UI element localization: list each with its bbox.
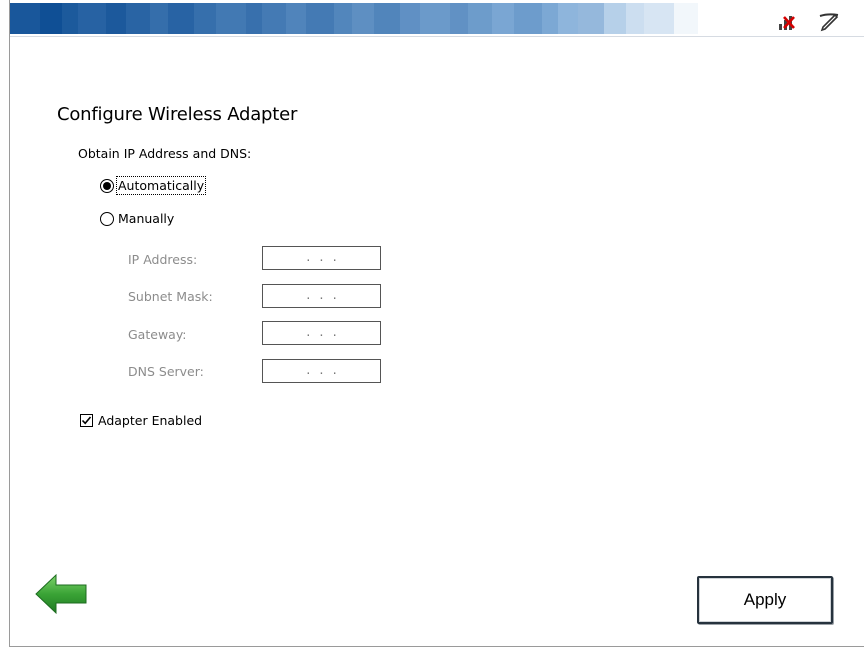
ip-address-value: . . . [304, 251, 339, 264]
radio-automatically[interactable]: Automatically [100, 176, 207, 195]
radio-automatically-button[interactable] [100, 178, 114, 193]
header-tile [644, 3, 674, 34]
adapter-enabled-checkbox[interactable]: Adapter Enabled [80, 413, 202, 428]
header-tile [286, 3, 306, 34]
header-tile [468, 3, 492, 34]
header-tile [246, 3, 262, 34]
header-tile [106, 3, 126, 34]
radio-manually-button[interactable] [100, 211, 114, 226]
apply-button[interactable]: Apply [697, 576, 833, 624]
stylus-icon[interactable] [816, 9, 840, 33]
dns-server-label: DNS Server: [128, 364, 204, 379]
dns-server-field[interactable]: . . . [262, 359, 381, 383]
radio-manually[interactable]: Manually [100, 211, 174, 226]
header-tile [62, 3, 78, 34]
adapter-enabled-box[interactable] [80, 414, 93, 427]
header-tile [604, 3, 626, 34]
network-disconnected-icon[interactable] [775, 9, 799, 33]
header-tile [78, 3, 106, 34]
header-tile [626, 3, 644, 34]
radio-selected-dot [103, 181, 111, 190]
header-tile [674, 3, 698, 34]
dns-server-value: . . . [304, 364, 339, 377]
ip-address-label: IP Address: [128, 252, 198, 267]
subnet-mask-value: . . . [304, 289, 339, 302]
header-tile [126, 3, 150, 34]
subnet-mask-label: Subnet Mask: [128, 289, 213, 304]
gateway-value: . . . [304, 326, 339, 339]
gateway-field[interactable]: . . . [262, 321, 381, 345]
header-tile [492, 3, 514, 34]
header-tile [698, 3, 718, 34]
header-tile [262, 3, 286, 34]
window-frame [9, 0, 864, 647]
header-tile [578, 3, 604, 34]
page-title: Configure Wireless Adapter [57, 104, 298, 125]
header-tile [374, 3, 400, 34]
header-tile [306, 3, 334, 34]
header-tile [450, 3, 468, 34]
back-arrow-icon[interactable] [34, 573, 88, 615]
header-tile [168, 3, 194, 34]
radio-manually-label[interactable]: Manually [118, 211, 174, 226]
subnet-mask-field[interactable]: . . . [262, 284, 381, 308]
header-tile [514, 3, 542, 34]
header-tile [542, 3, 558, 34]
header-tile [194, 3, 216, 34]
adapter-enabled-label[interactable]: Adapter Enabled [98, 413, 202, 428]
header-tile [352, 3, 374, 34]
ip-section-label: Obtain IP Address and DNS: [78, 146, 252, 161]
header-tile [400, 3, 420, 34]
radio-automatically-label[interactable]: Automatically [115, 176, 207, 195]
ip-address-field[interactable]: . . . [262, 246, 381, 270]
gateway-label: Gateway: [128, 327, 187, 342]
header-tile [420, 3, 450, 34]
header-tile [216, 3, 246, 34]
checkmark-icon [81, 416, 92, 425]
header-tile [10, 3, 40, 34]
header-bar [10, 0, 864, 37]
header-tile [334, 3, 352, 34]
header-tile [40, 3, 62, 34]
header-tile [558, 3, 578, 34]
header-tile [150, 3, 168, 34]
